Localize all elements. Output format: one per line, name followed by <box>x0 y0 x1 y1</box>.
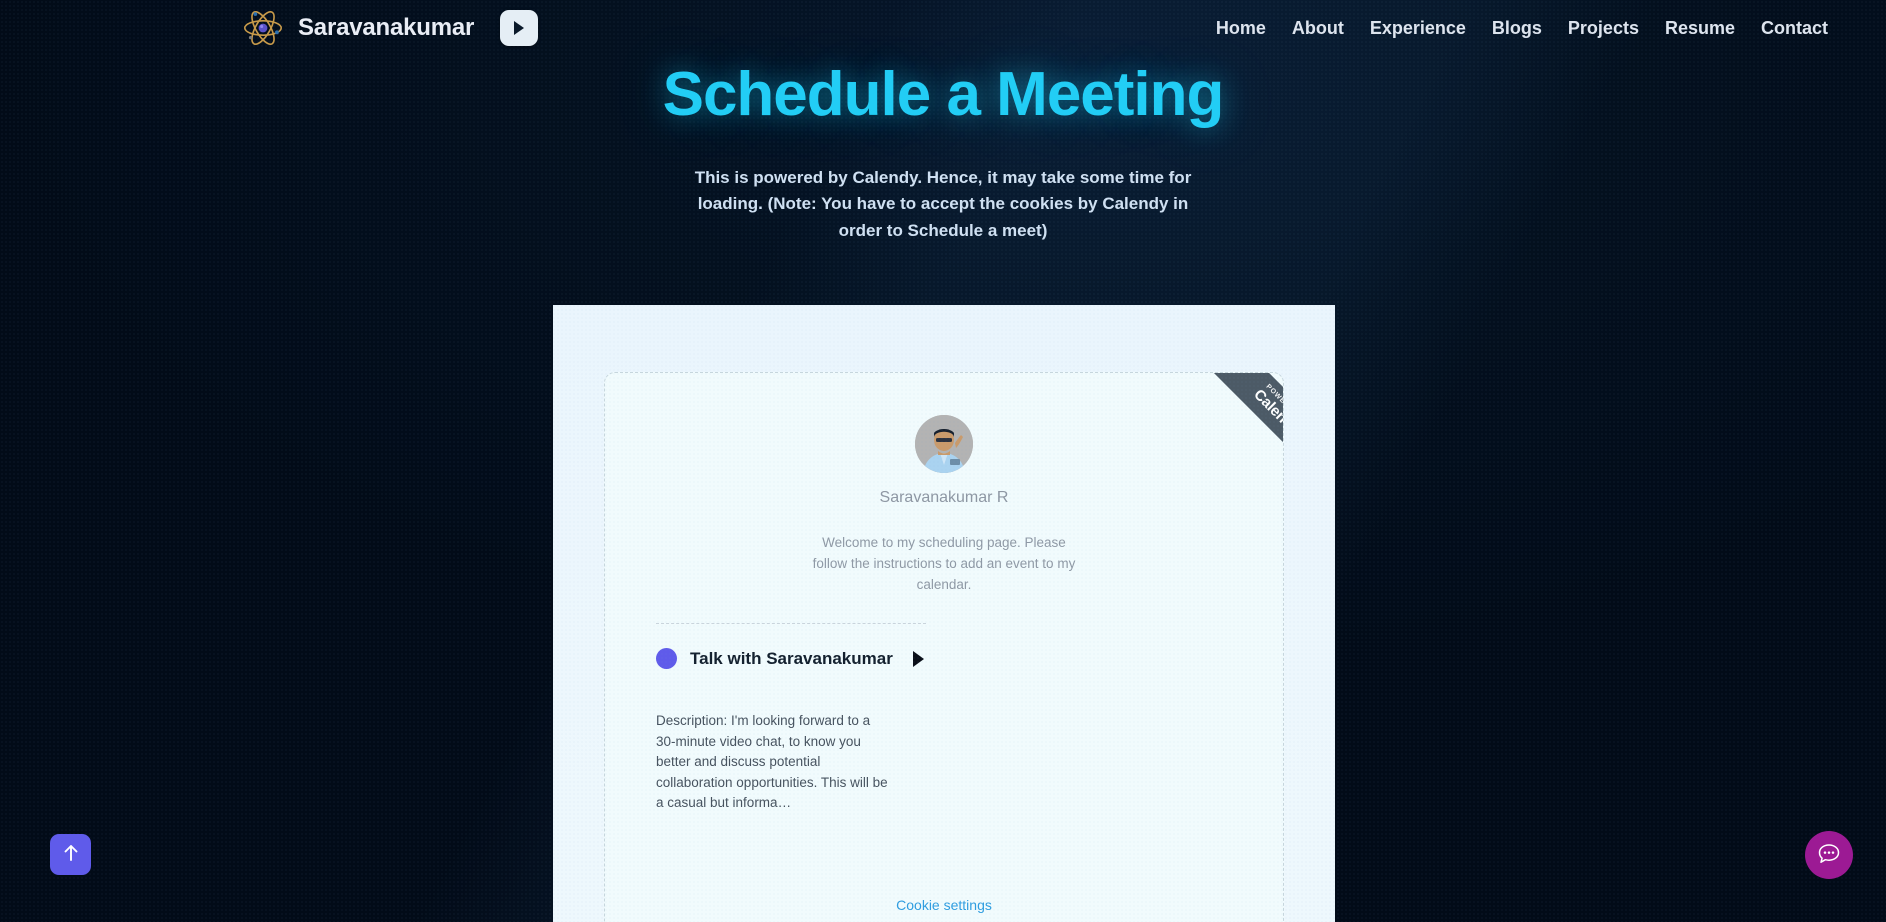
calendly-card: POWERED BY Calendly Sara <box>604 372 1284 922</box>
ribbon-powered-by-label: POWERED BY <box>1264 383 1283 428</box>
event-type-title: Talk with Saravanakumar <box>690 649 893 668</box>
hero-subtitle: This is powered by Calendy. Hence, it ma… <box>694 167 1192 240</box>
play-icon-button[interactable] <box>500 10 539 46</box>
welcome-text: Welcome to my scheduling page. Please fo… <box>812 535 1076 592</box>
nav-item-blogs[interactable]: Blogs <box>1492 18 1542 39</box>
nav-item-projects[interactable]: Projects <box>1568 18 1639 39</box>
play-icon <box>512 20 526 36</box>
nav-item-home[interactable]: Home <box>1216 18 1266 39</box>
page-title: Schedule a Meeting <box>662 60 1225 129</box>
avatar <box>915 415 973 473</box>
nav-item-experience[interactable]: Experience <box>1370 18 1466 39</box>
event-color-dot <box>656 648 677 670</box>
chat-bubble-icon <box>1816 841 1842 870</box>
host-name: Saravanakumar R <box>879 489 1009 506</box>
scroll-to-top-button[interactable] <box>50 834 91 875</box>
brand[interactable]: Saravanakumar <box>240 5 474 51</box>
chevron-right-icon[interactable] <box>913 650 924 667</box>
atom-icon <box>240 5 286 51</box>
site-header: Saravanakumar Home About Experience Blog… <box>0 0 1886 56</box>
nav-item-resume[interactable]: Resume <box>1665 18 1735 39</box>
arrow-up-icon <box>63 844 79 865</box>
main-nav: Home About Experience Blogs Projects Res… <box>1216 18 1828 39</box>
hero-section: Schedule a Meeting This is powered by Ca… <box>0 60 1886 245</box>
nav-item-contact[interactable]: Contact <box>1761 18 1828 39</box>
ribbon-brand-label: Calendly <box>1250 386 1283 442</box>
event-type-description: Description: I'm looking forward to a 30… <box>656 713 888 811</box>
calendly-embed-panel: POWERED BY Calendly Sara <box>553 305 1335 922</box>
event-type-item[interactable]: Talk with Saravanakumar <box>656 648 926 670</box>
cookie-settings-link[interactable]: Cookie settings <box>605 897 1283 913</box>
section-divider <box>656 623 926 624</box>
chat-widget-button[interactable] <box>1805 831 1853 879</box>
nav-item-about[interactable]: About <box>1292 18 1344 39</box>
brand-name: Saravanakumar <box>298 14 475 41</box>
page-root: Saravanakumar Home About Experience Blog… <box>0 0 1886 922</box>
powered-by-calendly-ribbon: POWERED BY Calendly <box>1179 373 1283 477</box>
